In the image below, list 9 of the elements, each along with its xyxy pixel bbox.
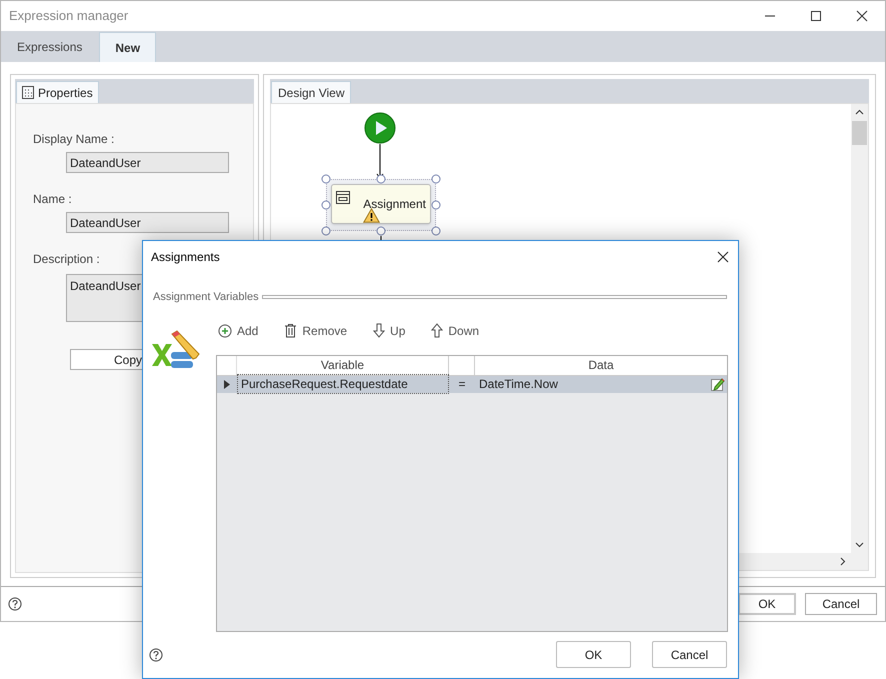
table-cell: PurchaseRequest.Requestdate (237, 374, 449, 394)
table-cell-text: = (457, 376, 466, 393)
field-label: Description : (33, 251, 100, 268)
dialog-title: Assignments (151, 248, 220, 266)
group-label: Assignment Variables (153, 290, 259, 305)
field-label: Name : (33, 191, 72, 208)
field-label: Display Name : (33, 131, 114, 148)
window-title: Expression manager (9, 7, 128, 26)
table-cell-text: DateTime.Now (478, 376, 559, 393)
